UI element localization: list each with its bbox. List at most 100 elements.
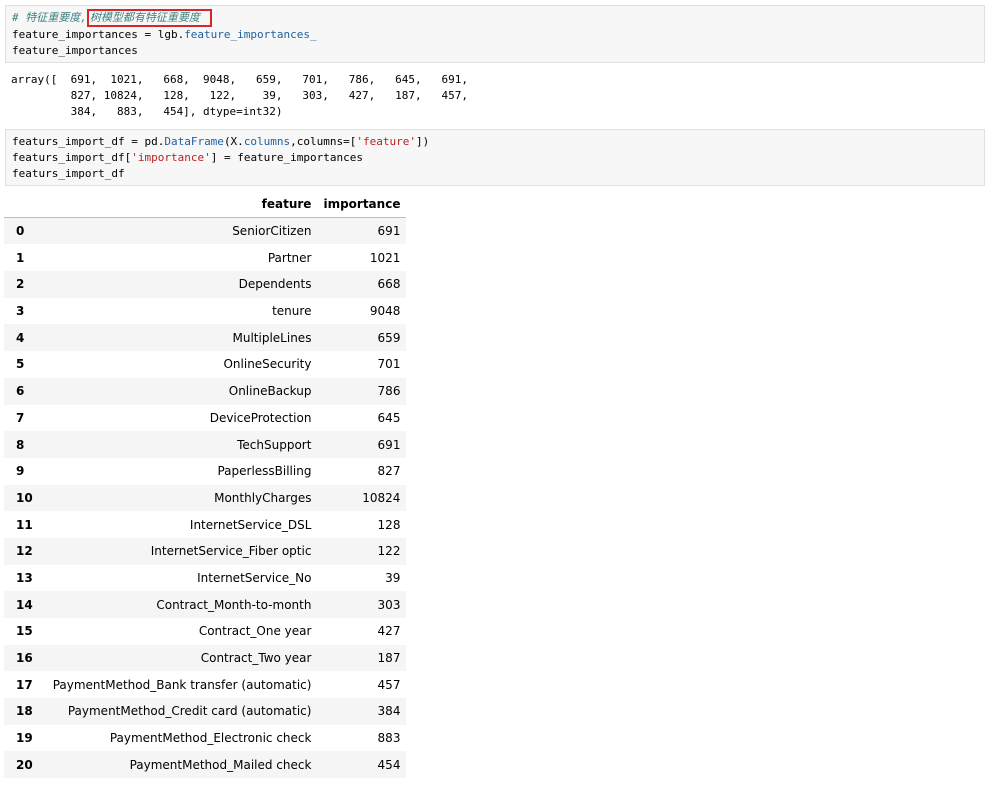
table-row: 13 InternetService_No 39 xyxy=(4,564,407,592)
feature-cell: InternetService_Fiber optic xyxy=(150,544,312,559)
importance-cell: 883 xyxy=(377,731,401,746)
importance-cell: 10824 xyxy=(362,490,401,505)
table-row: 11 InternetService_DSL 128 xyxy=(4,511,407,538)
feature-cell: TechSupport xyxy=(237,437,312,452)
row-index: 6 xyxy=(16,384,25,399)
table-row: 3 tenure 9048 xyxy=(4,297,407,325)
code-cell-2[interactable]: featurs_import_df = pd.DataFrame(X.colum… xyxy=(5,129,985,186)
table-row: 18 PaymentMethod_Credit card (automatic) 3… xyxy=(4,698,407,725)
row-index: 4 xyxy=(16,330,25,345)
table-row: 4 MultipleLines 659 xyxy=(4,324,407,352)
row-index: 17 xyxy=(16,677,33,692)
feature-cell: Contract_One year xyxy=(198,624,312,639)
feature-cell: DeviceProtection xyxy=(209,410,312,425)
row-index: 20 xyxy=(16,757,33,772)
feature-cell: Contract_Two year xyxy=(200,651,312,666)
row-index: 12 xyxy=(16,544,33,559)
importance-cell: 457 xyxy=(377,677,401,692)
importance-cell: 668 xyxy=(377,277,401,292)
row-index: 9 xyxy=(16,464,25,479)
feature-cell: PaymentMethod_Credit card (automatic) xyxy=(67,704,312,719)
table-row: 5 OnlineSecurity 701 xyxy=(4,351,407,378)
row-index: 14 xyxy=(16,597,33,612)
feature-cell: Contract_Month-to-month xyxy=(156,597,312,612)
table-row: 10 MonthlyCharges 10824 xyxy=(4,484,407,512)
array-output: array([ 691, 1021, 668, 9048, 659, 701, … xyxy=(11,73,468,118)
table-header-row: feature importance xyxy=(4,191,407,219)
importance-cell: 303 xyxy=(377,597,401,612)
importance-cell: 187 xyxy=(377,651,401,666)
row-index: 8 xyxy=(16,437,25,452)
importance-cell: 128 xyxy=(377,517,401,532)
table-row: 15 Contract_One year 427 xyxy=(4,618,407,645)
code-line-3: featurs_import_df xyxy=(12,167,125,180)
table-row: 6 OnlineBackup 786 xyxy=(4,377,407,405)
feature-cell: OnlineSecurity xyxy=(223,357,312,372)
feature-cell: InternetService_DSL xyxy=(189,517,312,532)
row-index: 3 xyxy=(16,304,25,319)
importance-cell: 786 xyxy=(377,384,401,399)
importance-cell: 39 xyxy=(385,570,401,585)
importance-cell: 1021 xyxy=(369,250,401,265)
feature-cell: MonthlyCharges xyxy=(214,490,312,505)
row-index: 7 xyxy=(16,410,25,425)
code-line-2: featurs_import_df['importance'] = featur… xyxy=(12,151,364,164)
code-line-3: feature_importances xyxy=(12,44,138,57)
feature-cell: InternetService_No xyxy=(197,570,312,585)
row-index: 16 xyxy=(16,651,33,666)
importance-cell: 691 xyxy=(377,437,401,452)
importance-cell: 122 xyxy=(377,544,401,559)
row-index: 5 xyxy=(16,357,25,372)
importance-cell: 427 xyxy=(377,624,401,639)
importance-cell: 9048 xyxy=(369,304,401,319)
importance-cell: 645 xyxy=(377,410,401,425)
highlighted-comment-box: 树模型都有特征重要度 xyxy=(86,9,212,27)
importance-cell: 454 xyxy=(377,757,401,772)
importance-header: importance xyxy=(317,191,407,219)
row-index: 10 xyxy=(16,490,33,505)
code-line-1: featurs_import_df = pd.DataFrame(X.colum… xyxy=(12,135,430,148)
feature-cell: PaymentMethod_Bank transfer (automatic) xyxy=(52,677,312,692)
feature-cell: tenure xyxy=(272,304,312,319)
code-line-2: feature_importances = lgb.feature_import… xyxy=(12,28,317,41)
importance-cell: 827 xyxy=(377,464,401,479)
feature-cell: PaymentMethod_Electronic check xyxy=(109,731,312,746)
importance-cell: 701 xyxy=(377,357,401,372)
row-index: 19 xyxy=(16,731,33,746)
importance-cell: 384 xyxy=(377,704,401,719)
table-row: 9 PaperlessBilling 827 xyxy=(4,457,407,485)
importance-cell: 691 xyxy=(377,224,401,239)
row-index: 0 xyxy=(16,224,25,239)
feature-cell: OnlineBackup xyxy=(228,384,312,399)
row-index: 2 xyxy=(16,277,25,292)
feature-cell: MultipleLines xyxy=(232,330,312,345)
row-index: 15 xyxy=(16,624,33,639)
table-row: 7 DeviceProtection 645 xyxy=(4,404,407,432)
code-cell-1[interactable]: # 特征重要度, 树模型都有特征重要度 feature_importances =… xyxy=(5,5,985,63)
code-comment: # 特征重要度, 树模型都有特征重要度 xyxy=(12,9,212,27)
table-row: 12 InternetService_Fiber optic 122 xyxy=(4,537,407,565)
feature-cell: PaymentMethod_Mailed check xyxy=(129,757,312,772)
row-index: 1 xyxy=(16,250,25,265)
index-header xyxy=(4,191,47,219)
table-row: 0 SeniorCitizen 691 xyxy=(4,217,407,245)
table-row: 2 Dependents 668 xyxy=(4,271,407,298)
table-row: 1 Partner 1021 xyxy=(4,244,407,272)
table-row: 19 PaymentMethod_Electronic check 883 xyxy=(4,724,407,752)
table-row: 17 PaymentMethod_Bank transfer (automatic… xyxy=(4,671,407,699)
feature-cell: Partner xyxy=(267,250,312,265)
table-row: 14 Contract_Month-to-month 303 xyxy=(4,591,407,618)
row-index: 11 xyxy=(16,517,33,532)
row-index: 18 xyxy=(16,704,33,719)
table-row: 8 TechSupport 691 xyxy=(4,431,407,458)
feature-header: feature xyxy=(46,191,318,219)
feature-cell: SeniorCitizen xyxy=(232,224,312,239)
feature-cell: Dependents xyxy=(238,277,312,292)
dataframe-table: feature importance 0 SeniorCitizen 691 1 Par… xyxy=(4,191,407,779)
row-index: 13 xyxy=(16,570,33,585)
table-row: 16 Contract_Two year 187 xyxy=(4,644,407,672)
table-row: 20 PaymentMethod_Mailed check 454 xyxy=(4,751,407,779)
feature-cell: PaperlessBilling xyxy=(217,464,312,479)
importance-cell: 659 xyxy=(377,330,401,345)
table-body: 0 SeniorCitizen 691 1 Partner 1021 2 Dependents… xyxy=(4,217,407,779)
